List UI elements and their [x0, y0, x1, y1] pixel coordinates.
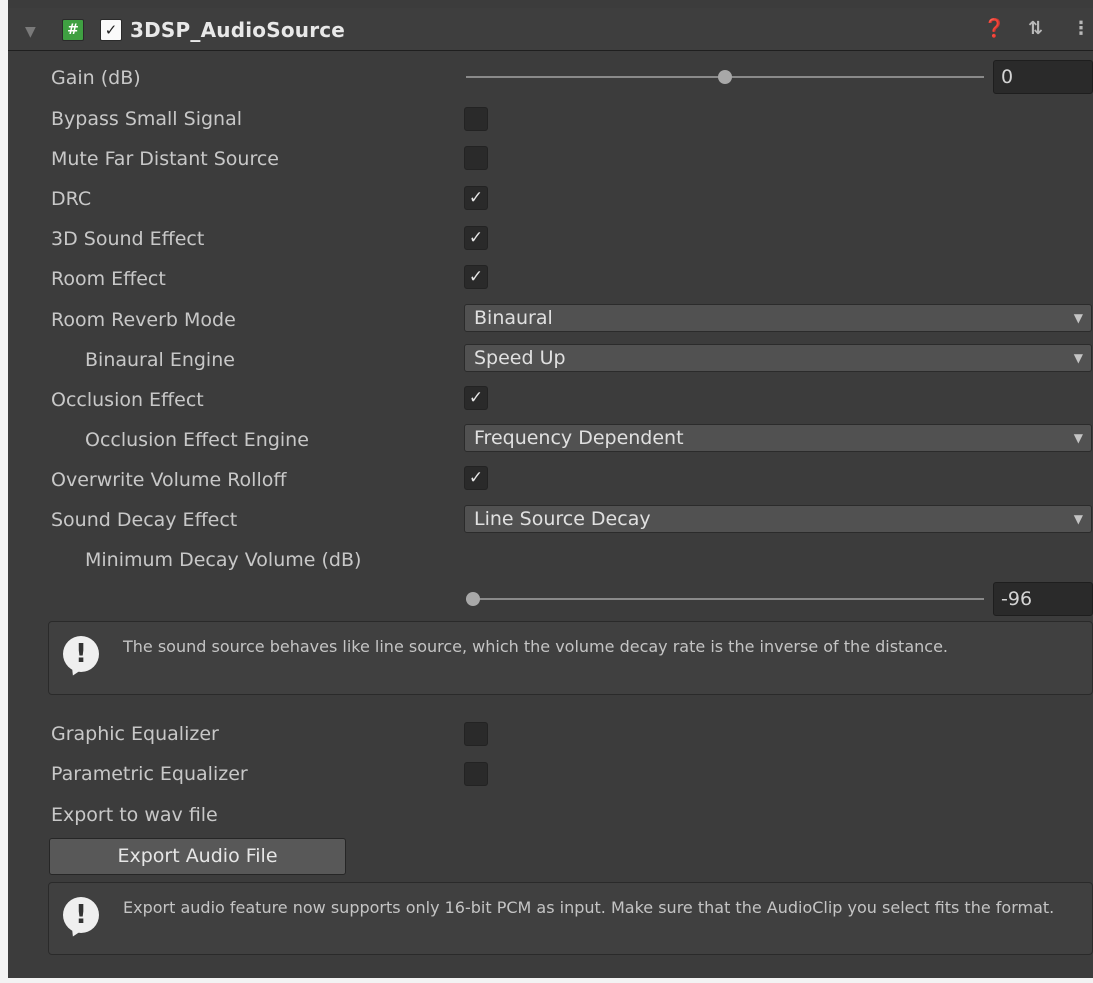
sound-decay-effect-label: Sound Decay Effect: [51, 509, 238, 531]
decay-help-text: The sound source behaves like line sourc…: [123, 637, 948, 656]
room-effect-toggle[interactable]: ✓: [464, 265, 488, 289]
binaural-engine-label: Binaural Engine: [85, 349, 235, 371]
warning-icon: !: [63, 897, 99, 933]
room-effect-label: Room Effect: [51, 268, 166, 290]
drc-label: DRC: [51, 188, 92, 210]
warning-icon: !: [63, 636, 99, 672]
component-header[interactable]: ▼ # ✓ 3DSP_AudioSource ❓ ⇅ ⋮: [8, 8, 1093, 51]
export-help-box: ! Export audio feature now supports only…: [48, 882, 1093, 955]
sound-decay-effect-dropdown[interactable]: Line Source Decay ▼: [464, 505, 1092, 533]
chevron-down-icon: ▼: [1073, 311, 1083, 325]
mute-far-source-toggle[interactable]: [464, 146, 488, 170]
export-help-text: Export audio feature now supports only 1…: [123, 898, 1055, 917]
bypass-small-signal-label: Bypass Small Signal: [51, 108, 242, 130]
script-icon: #: [62, 19, 84, 41]
3d-sound-effect-label: 3D Sound Effect: [51, 228, 205, 250]
drc-toggle[interactable]: ✓: [464, 186, 488, 210]
room-reverb-mode-value: Binaural: [474, 307, 553, 329]
binaural-engine-value: Speed Up: [474, 347, 566, 369]
occlusion-engine-label: Occlusion Effect Engine: [85, 429, 309, 451]
export-audio-file-button[interactable]: Export Audio File: [49, 838, 346, 875]
decay-help-box: ! The sound source behaves like line sou…: [48, 621, 1093, 695]
gain-slider-thumb[interactable]: [718, 70, 732, 84]
chevron-down-icon: ▼: [1073, 431, 1083, 445]
min-decay-slider-track[interactable]: [466, 598, 984, 600]
chevron-down-icon: ▼: [1073, 512, 1083, 526]
room-reverb-mode-dropdown[interactable]: Binaural ▼: [464, 304, 1092, 332]
min-decay-field[interactable]: -96: [993, 582, 1093, 616]
mute-far-source-label: Mute Far Distant Source: [51, 148, 279, 170]
window-frame-left: [0, 0, 8, 983]
gain-label: Gain (dB): [51, 67, 141, 89]
parametric-equalizer-label: Parametric Equalizer: [51, 763, 248, 785]
bypass-small-signal-toggle[interactable]: [464, 107, 488, 131]
window-frame-bottom: [0, 978, 1093, 983]
occlusion-effect-toggle[interactable]: ✓: [464, 386, 488, 410]
parametric-equalizer-toggle[interactable]: [464, 762, 488, 786]
occlusion-effect-label: Occlusion Effect: [51, 389, 204, 411]
graphic-equalizer-label: Graphic Equalizer: [51, 723, 219, 745]
graphic-equalizer-toggle[interactable]: [464, 722, 488, 746]
kebab-menu-icon[interactable]: ⋮: [1072, 18, 1090, 39]
gain-field[interactable]: 0: [993, 60, 1093, 94]
component-title: 3DSP_AudioSource: [130, 18, 346, 42]
sound-decay-effect-value: Line Source Decay: [474, 508, 651, 530]
room-reverb-mode-label: Room Reverb Mode: [51, 309, 236, 331]
min-decay-volume-label: Minimum Decay Volume (dB): [85, 549, 362, 571]
binaural-engine-dropdown[interactable]: Speed Up ▼: [464, 344, 1092, 372]
foldout-arrow-icon[interactable]: ▼: [25, 24, 36, 40]
component-enabled-checkbox[interactable]: ✓: [100, 19, 122, 41]
export-wav-label: Export to wav file: [51, 804, 218, 826]
chevron-down-icon: ▼: [1073, 351, 1083, 365]
3d-sound-effect-toggle[interactable]: ✓: [464, 226, 488, 250]
help-icon[interactable]: ❓: [983, 18, 1005, 39]
overwrite-rolloff-label: Overwrite Volume Rolloff: [51, 469, 287, 491]
occlusion-engine-value: Frequency Dependent: [474, 427, 684, 449]
occlusion-engine-dropdown[interactable]: Frequency Dependent ▼: [464, 424, 1092, 452]
min-decay-slider-thumb[interactable]: [466, 592, 480, 606]
preset-icon[interactable]: ⇅: [1028, 18, 1043, 39]
overwrite-rolloff-toggle[interactable]: ✓: [464, 466, 488, 490]
